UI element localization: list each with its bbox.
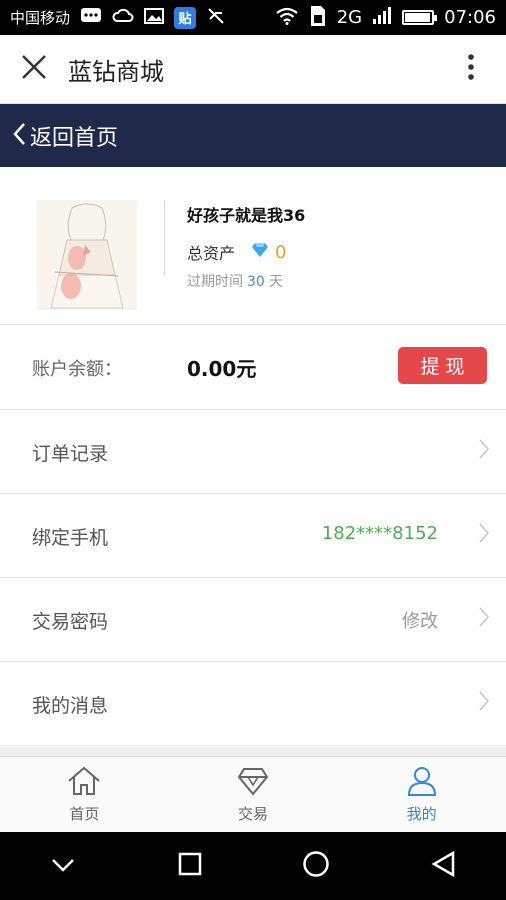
tieba-icon: 贴 (174, 6, 197, 29)
expire-info: 过期时间 30 天 (187, 271, 283, 291)
wifi-icon (275, 7, 299, 29)
system-nav-bar (0, 832, 506, 900)
expire-prefix: 过期时间 (187, 274, 243, 290)
section-divider (0, 747, 506, 757)
battery-icon (402, 10, 438, 25)
circle-icon (302, 850, 330, 882)
menu-item-label: 绑定手机 (32, 527, 109, 549)
tab-label: 首页 (69, 805, 100, 823)
assets-value: 0 (275, 241, 287, 263)
menu-item-bind-phone[interactable]: 绑定手机 182****8152 (0, 494, 506, 578)
diamond-icon (251, 242, 269, 262)
total-assets: 总资产 0 (187, 240, 286, 264)
balance-row: 账户余额： 0.00元 提现 (0, 325, 506, 410)
user-icon (406, 766, 438, 800)
nav-back-button[interactable] (413, 836, 473, 896)
bound-phone-number: 182****8152 (321, 523, 438, 544)
withdraw-button[interactable]: 提现 (398, 347, 487, 384)
square-icon (178, 852, 202, 880)
back-to-home-button[interactable]: 返回首页 (0, 104, 506, 167)
triangle-back-icon (431, 850, 455, 881)
menu-item-order-records[interactable]: 订单记录 (0, 410, 506, 494)
sim-icon (309, 5, 327, 31)
close-button[interactable] (0, 35, 68, 104)
carrier-name: 中国移动 (10, 9, 71, 27)
menu-item-label: 交易密码 (32, 611, 109, 633)
chevron-right-icon (478, 522, 490, 548)
tab-label: 我的 (406, 805, 437, 823)
nav-home-button[interactable] (286, 836, 346, 896)
app-header: 蓝钻商城 (0, 35, 506, 104)
chevron-right-icon (478, 606, 490, 632)
modify-link[interactable]: 修改 (402, 607, 438, 633)
home-icon (67, 766, 101, 800)
page-title: 蓝钻商城 (68, 57, 164, 86)
clock: 07:06 (444, 7, 496, 28)
cloud-icon (112, 7, 134, 29)
menu-item-trade-password[interactable]: 交易密码 修改 (0, 578, 506, 662)
more-button[interactable] (436, 35, 506, 104)
bottom-tab-bar: 首页 交易 我的 (0, 757, 506, 832)
tab-trade[interactable]: 交易 (169, 757, 338, 832)
tab-mine[interactable]: 我的 (337, 757, 506, 832)
tab-label: 交易 (238, 805, 269, 823)
status-bar: 中国移动 贴 2G 07:06 (0, 0, 506, 35)
chevron-right-icon (478, 690, 490, 716)
assets-label: 总资产 (187, 244, 236, 263)
back-label: 返回首页 (30, 125, 119, 151)
mute-icon (206, 7, 226, 29)
balance-label: 账户余额： (32, 359, 122, 380)
chevron-left-icon (12, 122, 26, 150)
expire-suffix: 天 (268, 274, 283, 290)
balance-value: 0.00元 (187, 357, 257, 381)
diamond-icon (237, 766, 269, 800)
chevron-right-icon (478, 438, 490, 464)
expire-days: 30 (247, 274, 265, 290)
image-icon (144, 7, 165, 29)
signal-icon (372, 6, 392, 29)
network-type: 2G (336, 7, 363, 28)
chevron-down-icon (51, 857, 75, 876)
close-icon (21, 54, 47, 84)
tab-home[interactable]: 首页 (0, 757, 169, 832)
menu-item-my-messages[interactable]: 我的消息 (0, 662, 506, 746)
more-vertical-icon (467, 53, 475, 85)
message-icon (80, 7, 102, 29)
nav-collapse-button[interactable] (33, 836, 93, 896)
avatar[interactable] (37, 200, 137, 310)
nav-recents-button[interactable] (160, 836, 220, 896)
profile-divider (164, 201, 165, 275)
menu-item-label: 我的消息 (32, 695, 109, 717)
menu-item-label: 订单记录 (32, 443, 109, 465)
profile-card: 好孩子就是我36 总资产 0 过期时间 30 天 (0, 167, 506, 325)
username: 好孩子就是我36 (187, 206, 306, 225)
